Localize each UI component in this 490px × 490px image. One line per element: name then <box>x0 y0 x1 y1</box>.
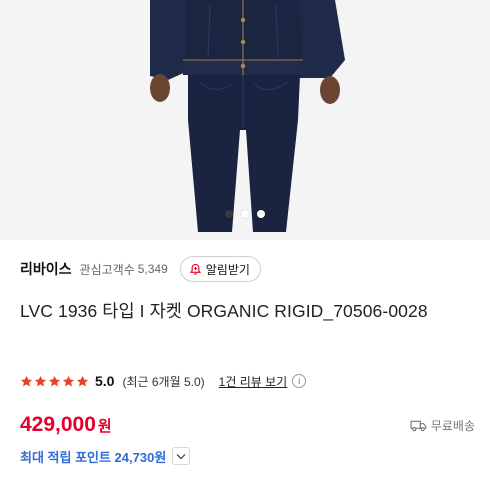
points-label: 최대 적립 포인트 24,730원 <box>20 449 167 465</box>
star-icon <box>20 375 33 386</box>
brand-row: 리바이스 관심고객수 5,349 알림받기 <box>20 254 480 284</box>
carousel-dot-2[interactable] <box>241 210 249 218</box>
star-icon <box>76 375 89 386</box>
shipping-info: 무료배송 <box>410 417 475 434</box>
star-icon <box>62 375 75 386</box>
fav-count-label: 관심고객수 <box>79 262 135 277</box>
review-link[interactable]: 1건 리뷰 보기 <box>219 373 288 390</box>
points-row[interactable]: 최대 적립 포인트 24,730원 <box>20 444 191 468</box>
star-rating <box>20 375 89 388</box>
product-title: LVC 1936 타입 I 자켓 ORGANIC RIGID_70506-002… <box>20 301 428 321</box>
rating-recent: (최근 6개월 5.0) <box>122 374 205 389</box>
product-photo <box>0 0 490 240</box>
rating-row: 5.0 (최근 6개월 5.0) 1건 리뷰 보기 i <box>20 370 307 392</box>
star-icon <box>34 375 47 386</box>
price-unit: 원 <box>97 417 112 435</box>
rating-score: 5.0 <box>95 373 115 389</box>
brand-name[interactable]: 리바이스 <box>20 259 72 279</box>
carousel-dot-3[interactable] <box>257 210 265 218</box>
chevron-down-icon[interactable] <box>172 447 191 465</box>
truck-icon <box>410 419 427 432</box>
carousel-dot-1[interactable] <box>225 210 233 218</box>
alarm-subscribe-label: 알림받기 <box>205 262 250 277</box>
product-detail-page: 리바이스 관심고객수 5,349 알림받기 LVC 1936 타입 I 자켓 O… <box>0 0 490 490</box>
star-icon <box>48 375 61 386</box>
bell-plus-icon <box>189 263 202 276</box>
info-icon[interactable]: i <box>292 374 307 388</box>
price-row: 429,000 원 무료배송 <box>20 410 475 440</box>
product-image-carousel[interactable] <box>0 0 490 240</box>
price-amount: 429,000 <box>20 413 96 436</box>
carousel-indicator <box>0 210 490 218</box>
shipping-label: 무료배송 <box>430 418 475 433</box>
alarm-subscribe-button[interactable]: 알림받기 <box>179 256 261 282</box>
fav-count-value: 5,349 <box>137 262 168 276</box>
